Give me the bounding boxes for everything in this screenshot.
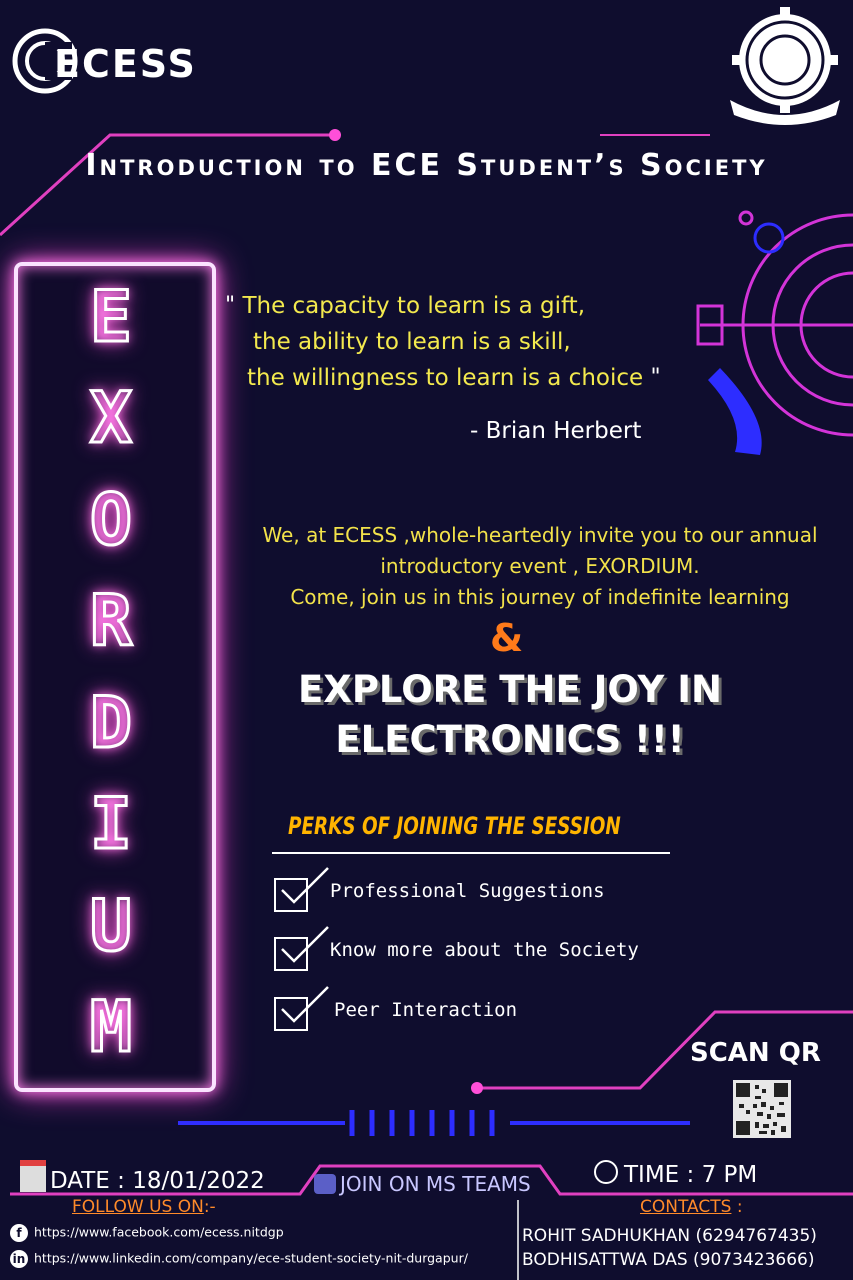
follow-us-label: FOLLOW US ON:- — [72, 1197, 216, 1217]
perk-item: Professional Suggestions — [272, 867, 692, 912]
scan-qr-label: SCAN QR — [690, 1038, 821, 1068]
contact-person: BODHISATTWA DAS (9073423666) — [522, 1250, 815, 1270]
neon-letter: I — [88, 783, 133, 866]
teams-text: JOIN ON MS TEAMS — [340, 1172, 531, 1196]
perk-label: Peer Interaction — [334, 999, 518, 1021]
headline: EXPLORE THE JOY IN ELECTRONICS !!! — [230, 665, 790, 765]
neon-letter: U — [88, 884, 133, 967]
quote-line-3: the willingness to learn is a choice — [247, 365, 644, 391]
perk-label: Know more about the Society — [330, 939, 639, 961]
neon-letter: R — [88, 580, 133, 663]
invite-line-1: We, at ECESS ,whole-heartedly invite you… — [262, 523, 818, 547]
qr-code[interactable] — [733, 1080, 791, 1138]
ms-teams-link[interactable]: JOIN ON MS TEAMS — [314, 1172, 531, 1196]
quote-block: " The capacity to learn is a gift, the a… — [225, 288, 695, 396]
facebook-link[interactable]: f https://www.facebook.com/ecess.nitdgp — [10, 1224, 284, 1242]
linkedin-link[interactable]: in https://www.linkedin.com/company/ece-s… — [10, 1250, 468, 1268]
linkedin-icon: in — [10, 1250, 28, 1268]
calendar-icon — [20, 1160, 46, 1192]
page-title: Introduction to ECE Student’s Society — [85, 148, 768, 183]
contacts-label: CONTACTS : — [640, 1197, 743, 1217]
contact-person: ROHIT SADHUKHAN (6294767435) — [522, 1226, 817, 1246]
ecess-logo: ECESS — [10, 22, 250, 102]
perk-label: Professional Suggestions — [330, 880, 605, 902]
event-date: DATE : 18/01/2022 — [20, 1160, 265, 1194]
perks-title: PERKS OF JOINING THE SESSION — [288, 812, 621, 840]
logo-text: ECESS — [54, 42, 197, 86]
contacts-label-text: CONTACTS — [640, 1197, 732, 1217]
linkedin-url: https://www.linkedin.com/company/ece-stu… — [34, 1250, 468, 1266]
headline-line-2: ELECTRONICS !!! — [335, 718, 685, 761]
quote-line-2: the ability to learn is a skill, — [253, 329, 571, 355]
follow-label-text: FOLLOW US ON — [72, 1197, 204, 1217]
perk-item: Peer Interaction — [272, 986, 692, 1031]
neon-letter: X — [88, 377, 133, 460]
neon-letter: D — [88, 681, 133, 764]
checkmark-icon — [281, 986, 329, 1023]
exordium-vertical-title: E X O R D I U M — [14, 276, 208, 1068]
perks-divider — [272, 852, 670, 854]
checkmark-icon — [281, 867, 329, 904]
ampersand: & — [490, 616, 524, 660]
contacts-suffix: : — [731, 1197, 743, 1217]
headline-line-1: EXPLORE THE JOY IN — [298, 668, 722, 711]
clock-icon — [594, 1160, 618, 1184]
invite-line-2: introductory event , EXORDIUM. — [380, 554, 700, 578]
neon-letter: M — [88, 985, 133, 1068]
invite-line-3: Come, join us in this journey of indefin… — [290, 585, 790, 609]
follow-suffix: :- — [203, 1197, 216, 1217]
event-time: TIME : 7 PM — [594, 1160, 757, 1188]
neon-letter: E — [88, 276, 133, 358]
checkmark-icon — [281, 926, 329, 963]
invitation-text: We, at ECESS ,whole-heartedly invite you… — [235, 520, 845, 613]
date-text: DATE : 18/01/2022 — [50, 1168, 265, 1194]
nit-durgapur-emblem — [730, 7, 840, 125]
facebook-url: https://www.facebook.com/ecess.nitdgp — [34, 1224, 284, 1240]
quote-author: - Brian Herbert — [470, 418, 642, 444]
time-text: TIME : 7 PM — [624, 1162, 758, 1188]
neon-letter: O — [88, 478, 133, 561]
facebook-icon: f — [10, 1224, 28, 1242]
teams-icon — [314, 1174, 336, 1194]
quote-line-1: The capacity to learn is a gift, — [242, 293, 586, 319]
perk-item: Know more about the Society — [272, 926, 692, 971]
